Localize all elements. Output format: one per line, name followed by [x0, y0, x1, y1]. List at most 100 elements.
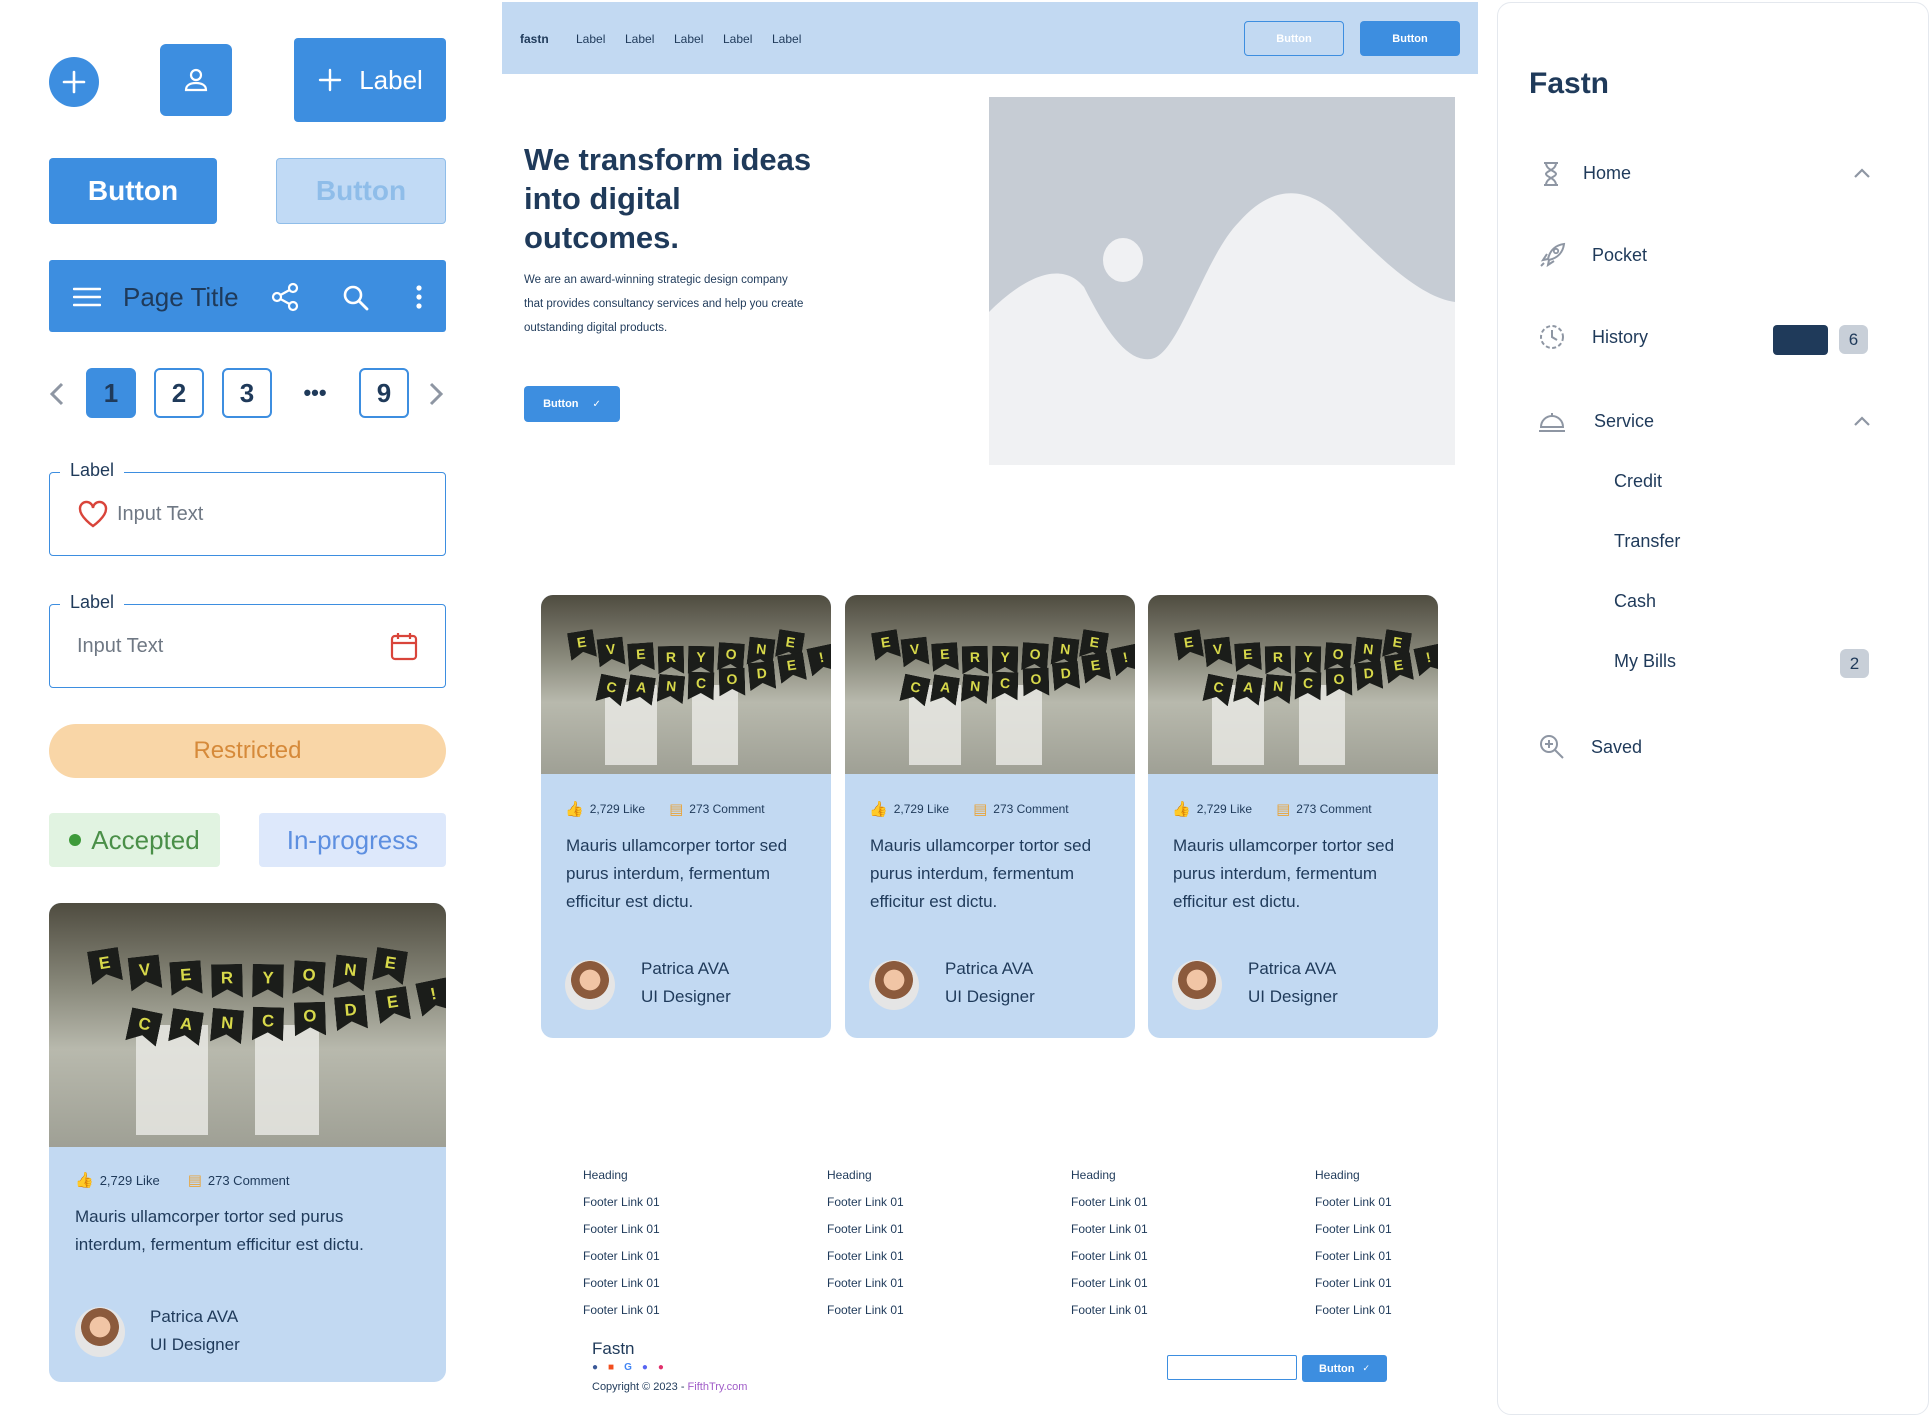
- footer-link[interactable]: Footer Link 01: [1071, 1276, 1148, 1303]
- post-card[interactable]: E V E R Y O N E C A N C O D E! 👍 2,729 Like ▤ 273 Comm…: [541, 595, 831, 1038]
- page-2-button[interactable]: 2: [154, 368, 204, 418]
- footer-link[interactable]: Footer Link 01: [1315, 1276, 1392, 1303]
- footer-link[interactable]: Footer Link 01: [1315, 1195, 1392, 1222]
- bunting-flag: D: [1052, 661, 1080, 691]
- chevron-right-icon[interactable]: [427, 381, 445, 412]
- banner-photo: E V E R Y O N E C A N C O D E!: [845, 595, 1135, 774]
- nav-link[interactable]: Label: [625, 32, 654, 46]
- facebook-icon[interactable]: ●: [592, 1362, 598, 1373]
- footer-heading: Heading: [1071, 1168, 1116, 1182]
- post-card[interactable]: E V E R Y O N E C A N C O D E! 👍 2,729 Like ▤ 273 Comm…: [845, 595, 1135, 1038]
- footer-link[interactable]: Footer Link 01: [583, 1222, 660, 1249]
- sidebar-subitem-transfer[interactable]: Transfer: [1614, 531, 1680, 552]
- search-icon[interactable]: [342, 284, 370, 317]
- page-3-button[interactable]: 3: [222, 368, 272, 418]
- hero-cta-button[interactable]: Button ✓: [524, 386, 620, 422]
- background-object: [1298, 684, 1346, 766]
- sidebar-subitem-cash[interactable]: Cash: [1614, 591, 1656, 612]
- nav-link[interactable]: Label: [674, 32, 703, 46]
- footer-link[interactable]: Footer Link 01: [1315, 1303, 1392, 1330]
- disabled-button[interactable]: Button: [276, 158, 446, 224]
- button-label: Label: [359, 64, 423, 95]
- sidebar-subitem-credit[interactable]: Credit: [1614, 471, 1662, 492]
- thumbs-up-icon: 👍: [565, 801, 584, 818]
- bunting-flag: N: [961, 674, 989, 704]
- calendar-icon[interactable]: [390, 631, 418, 666]
- thumbs-up-icon: 👍: [869, 801, 888, 818]
- footer-link[interactable]: Footer Link 01: [1071, 1222, 1148, 1249]
- image-placeholder: [989, 97, 1455, 465]
- footer-link[interactable]: Footer Link 01: [1315, 1249, 1392, 1276]
- page-1-button[interactable]: 1: [86, 368, 136, 418]
- social-icons: ● ■ G ● ●: [592, 1362, 664, 1373]
- likes-meta: 👍 2,729 Like ▤ 273 Comment: [565, 800, 765, 818]
- sidebar-item-pocket[interactable]: Pocket: [1528, 235, 1888, 275]
- thumbs-up-icon: 👍: [75, 1172, 94, 1189]
- footer-link[interactable]: Footer Link 01: [583, 1249, 660, 1276]
- chevron-left-icon[interactable]: [48, 381, 66, 412]
- footer-link[interactable]: Footer Link 01: [827, 1303, 904, 1330]
- chevron-up-icon[interactable]: [1853, 415, 1871, 427]
- footer-link[interactable]: Footer Link 01: [827, 1249, 904, 1276]
- sidebar-subitem-my-bills[interactable]: My Bills: [1614, 651, 1676, 672]
- footer-link[interactable]: Footer Link 01: [827, 1195, 904, 1222]
- outline-button[interactable]: Button: [1244, 21, 1344, 56]
- footer-link[interactable]: Footer Link 01: [1071, 1195, 1148, 1222]
- nav-link[interactable]: Label: [723, 32, 752, 46]
- solid-button[interactable]: Button: [1360, 21, 1460, 56]
- primary-button[interactable]: Button: [49, 158, 217, 224]
- bunting-flag: E: [871, 629, 901, 661]
- subscribe-button[interactable]: Button ✓: [1302, 1355, 1387, 1382]
- user-icon-button[interactable]: [160, 44, 232, 116]
- more-vertical-icon[interactable]: [415, 285, 423, 314]
- bunting-flag: R: [658, 646, 685, 675]
- sidebar-item-history[interactable]: History 6: [1528, 317, 1888, 357]
- bunting-flag: E: [931, 642, 959, 672]
- post-card[interactable]: E V E R Y O N E C A N C O D E! 👍 2,729 Like ▤ 273 Comm…: [1148, 595, 1438, 1038]
- sidebar-item-saved[interactable]: Saved: [1528, 727, 1888, 767]
- footer-link[interactable]: Footer Link 01: [1315, 1222, 1392, 1249]
- comment-icon: ▤: [187, 1172, 202, 1189]
- bunting-flag: D: [334, 995, 368, 1031]
- field-label: Label: [60, 592, 125, 613]
- footer-link[interactable]: Footer Link 01: [1071, 1303, 1148, 1330]
- dribbble-icon[interactable]: ●: [658, 1362, 664, 1373]
- figma-icon[interactable]: ■: [608, 1362, 614, 1373]
- footer-link[interactable]: Footer Link 01: [583, 1276, 660, 1303]
- brand-logo[interactable]: fastn: [520, 32, 549, 46]
- nav-link[interactable]: Label: [772, 32, 801, 46]
- google-icon[interactable]: G: [624, 1362, 632, 1373]
- footer-link[interactable]: Footer Link 01: [827, 1222, 904, 1249]
- likes-meta: 👍 2,729 Like ▤ 273 Comment: [75, 1171, 290, 1189]
- sidebar-item-home[interactable]: Home: [1528, 153, 1888, 193]
- footer-link[interactable]: Footer Link 01: [1071, 1249, 1148, 1276]
- hero-paragraph: We are an award-winning strategic design…: [524, 274, 804, 334]
- bunting-flag: E: [1174, 629, 1204, 661]
- menu-icon[interactable]: [72, 287, 102, 312]
- text-field-heart[interactable]: Label Input Text: [49, 460, 446, 556]
- subscribe-input[interactable]: [1167, 1355, 1297, 1380]
- nav-link[interactable]: Label: [576, 32, 605, 46]
- banner-photo: E V E R Y O N E C A N C O D E!: [541, 595, 831, 774]
- footer-link[interactable]: Footer Link 01: [827, 1276, 904, 1303]
- user-icon: [184, 68, 208, 92]
- discord-icon[interactable]: ●: [642, 1362, 648, 1373]
- post-card[interactable]: E V E R Y O N E C A N C O D E! 👍 2,729 Like ▤ 273 Comm…: [49, 903, 446, 1382]
- footer-link[interactable]: Footer Link 01: [583, 1303, 660, 1330]
- background-object: [995, 684, 1043, 766]
- bunting-flag: !: [807, 643, 831, 676]
- chevron-up-icon[interactable]: [1853, 167, 1871, 179]
- copyright-link[interactable]: FifthTry.com: [688, 1381, 748, 1393]
- bunting-flag: O: [1324, 642, 1352, 672]
- add-fab-button[interactable]: [49, 57, 99, 107]
- date-field[interactable]: Label Input Text: [49, 592, 446, 688]
- bunting-flag: R: [211, 964, 243, 998]
- share-icon[interactable]: [270, 282, 300, 317]
- add-label-button[interactable]: Label: [294, 38, 446, 122]
- sidebar-item-service[interactable]: Service: [1528, 401, 1888, 441]
- page-9-button[interactable]: 9: [359, 368, 409, 418]
- rocket-icon: [1540, 242, 1566, 268]
- plus-icon: [62, 70, 86, 94]
- footer-link[interactable]: Footer Link 01: [583, 1195, 660, 1222]
- bills-badge: 2: [1840, 649, 1869, 678]
